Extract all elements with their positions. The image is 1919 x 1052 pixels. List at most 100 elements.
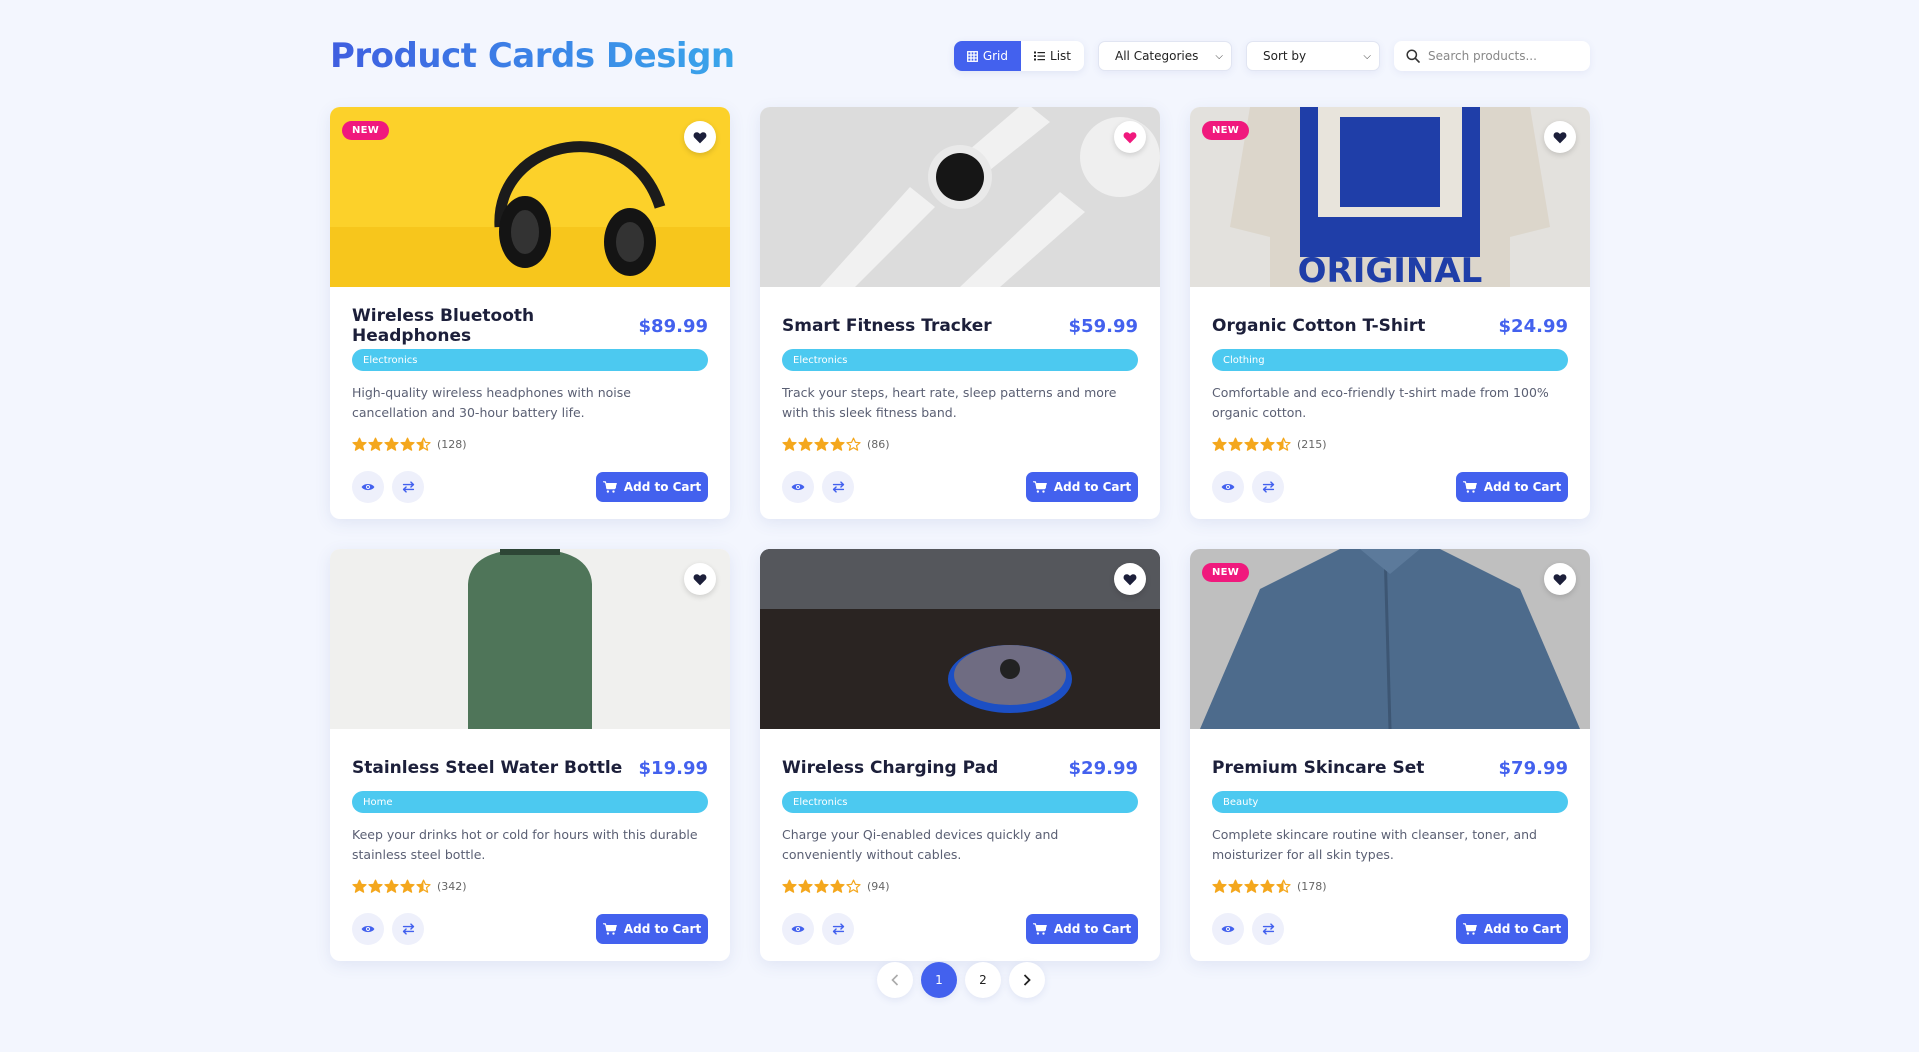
review-count: (342) xyxy=(437,879,467,893)
star-icon xyxy=(416,879,431,893)
search-input[interactable] xyxy=(1428,49,1578,63)
star-icon xyxy=(1212,879,1227,893)
product-price: $29.99 xyxy=(1068,757,1138,779)
star-icon xyxy=(352,879,367,893)
svg-text:ORIGINAL: ORIGINAL xyxy=(1298,251,1483,287)
product-name[interactable]: Premium Skincare Set xyxy=(1212,758,1424,778)
category-select[interactable]: All Categories ⌵ xyxy=(1098,41,1232,71)
product-rating: (215) xyxy=(1212,435,1568,453)
heart-icon xyxy=(693,573,707,585)
chevron-down-icon: ⌵ xyxy=(1363,50,1371,62)
star-icon xyxy=(384,879,399,893)
product-description: High-quality wireless headphones with no… xyxy=(352,385,631,420)
product-name[interactable]: Stainless Steel Water Bottle xyxy=(352,758,622,778)
review-count: (86) xyxy=(867,437,890,451)
product-card: Stainless Steel Water Bottle $19.99 Home… xyxy=(330,549,730,961)
heart-icon xyxy=(1123,573,1137,585)
favorite-button[interactable] xyxy=(684,121,716,153)
star-icon xyxy=(1212,437,1227,451)
quick-view-button[interactable] xyxy=(1212,913,1244,945)
compare-button[interactable] xyxy=(1252,913,1284,945)
favorite-button[interactable] xyxy=(1544,563,1576,595)
grid-view-button[interactable]: Grid xyxy=(953,41,1022,71)
quick-view-button[interactable] xyxy=(782,471,814,503)
compare-button[interactable] xyxy=(822,471,854,503)
star-icon xyxy=(368,437,383,451)
card-actions: Add to Cart xyxy=(1212,913,1568,945)
product-image[interactable]: NEW xyxy=(1190,549,1590,729)
category-label: Clothing xyxy=(1223,354,1265,366)
star-icon xyxy=(1244,879,1259,893)
star-icon xyxy=(384,437,399,451)
product-name[interactable]: Smart Fitness Tracker xyxy=(782,316,992,336)
compare-button[interactable] xyxy=(1252,471,1284,503)
star-icon xyxy=(352,437,367,451)
favorite-button[interactable] xyxy=(1114,121,1146,153)
favorite-button[interactable] xyxy=(1114,563,1146,595)
prev-page-button[interactable] xyxy=(877,962,913,998)
sort-select[interactable]: Sort by ⌵ xyxy=(1246,41,1380,71)
rating-stars xyxy=(352,879,431,894)
product-rating: (342) xyxy=(352,877,708,895)
add-to-cart-button[interactable]: Add to Cart xyxy=(596,914,708,944)
add-to-cart-label: Add to Cart xyxy=(1053,922,1132,936)
new-badge: NEW xyxy=(342,121,390,140)
quick-view-button[interactable] xyxy=(782,913,814,945)
add-to-cart-button[interactable]: Add to Cart xyxy=(1456,472,1568,502)
rating-stars xyxy=(782,879,861,894)
product-info: Wireless Charging Pad $29.99 Electronics… xyxy=(760,729,1160,945)
card-actions: Add to Cart xyxy=(782,913,1138,945)
category-tag: Electronics xyxy=(352,349,708,371)
star-icon xyxy=(814,879,829,893)
exchange-icon xyxy=(1262,923,1274,935)
add-to-cart-label: Add to Cart xyxy=(623,922,702,936)
heart-icon xyxy=(1123,131,1137,143)
denim-shirt-image xyxy=(1190,549,1590,729)
add-to-cart-label: Add to Cart xyxy=(1483,480,1562,494)
product-description: Charge your Qi-enabled devices quickly a… xyxy=(782,827,1059,862)
exchange-icon xyxy=(832,923,844,935)
product-name[interactable]: Wireless Charging Pad xyxy=(782,758,998,778)
category-label: Electronics xyxy=(793,354,848,366)
add-to-cart-button[interactable]: Add to Cart xyxy=(1026,472,1138,502)
product-name[interactable]: Organic Cotton T-Shirt xyxy=(1212,316,1425,336)
add-to-cart-button[interactable]: Add to Cart xyxy=(596,472,708,502)
eye-icon xyxy=(791,483,805,491)
add-to-cart-button[interactable]: Add to Cart xyxy=(1456,914,1568,944)
card-actions: Add to Cart xyxy=(352,471,708,503)
compare-button[interactable] xyxy=(822,913,854,945)
favorite-button[interactable] xyxy=(1544,121,1576,153)
next-page-button[interactable] xyxy=(1009,962,1045,998)
product-card: ORIGINAL NEW Organic Cotton T-Shirt $24.… xyxy=(1190,107,1590,519)
star-icon xyxy=(846,437,861,451)
compare-button[interactable] xyxy=(392,913,424,945)
quick-view-button[interactable] xyxy=(352,471,384,503)
list-view-button[interactable]: List xyxy=(1021,41,1084,71)
product-price: $89.99 xyxy=(638,315,708,337)
product-price: $59.99 xyxy=(1068,315,1138,337)
quick-view-button[interactable] xyxy=(1212,471,1244,503)
product-image[interactable] xyxy=(330,549,730,729)
product-image[interactable]: NEW xyxy=(330,107,730,287)
product-name[interactable]: Wireless Bluetooth Headphones xyxy=(352,306,639,346)
product-card: NEW Premium Skincare Set $79.99 Beauty C… xyxy=(1190,549,1590,961)
chevron-left-icon xyxy=(891,974,899,986)
cart-icon xyxy=(602,481,617,493)
quick-view-button[interactable] xyxy=(352,913,384,945)
product-info: Premium Skincare Set $79.99 Beauty Compl… xyxy=(1190,729,1590,945)
product-image[interactable]: ORIGINAL NEW xyxy=(1190,107,1590,287)
exchange-icon xyxy=(1262,481,1274,493)
product-image[interactable] xyxy=(760,107,1160,287)
product-image[interactable] xyxy=(760,549,1160,729)
page-button-1[interactable]: 1 xyxy=(921,962,957,998)
compare-button[interactable] xyxy=(392,471,424,503)
header: Product Cards Design Grid List All Categ… xyxy=(330,28,1590,84)
review-count: (128) xyxy=(437,437,467,451)
page-button-2[interactable]: 2 xyxy=(965,962,1001,998)
add-to-cart-label: Add to Cart xyxy=(1483,922,1562,936)
exchange-icon xyxy=(402,923,414,935)
favorite-button[interactable] xyxy=(684,563,716,595)
eye-icon xyxy=(1221,925,1235,933)
eye-icon xyxy=(361,925,375,933)
add-to-cart-button[interactable]: Add to Cart xyxy=(1026,914,1138,944)
